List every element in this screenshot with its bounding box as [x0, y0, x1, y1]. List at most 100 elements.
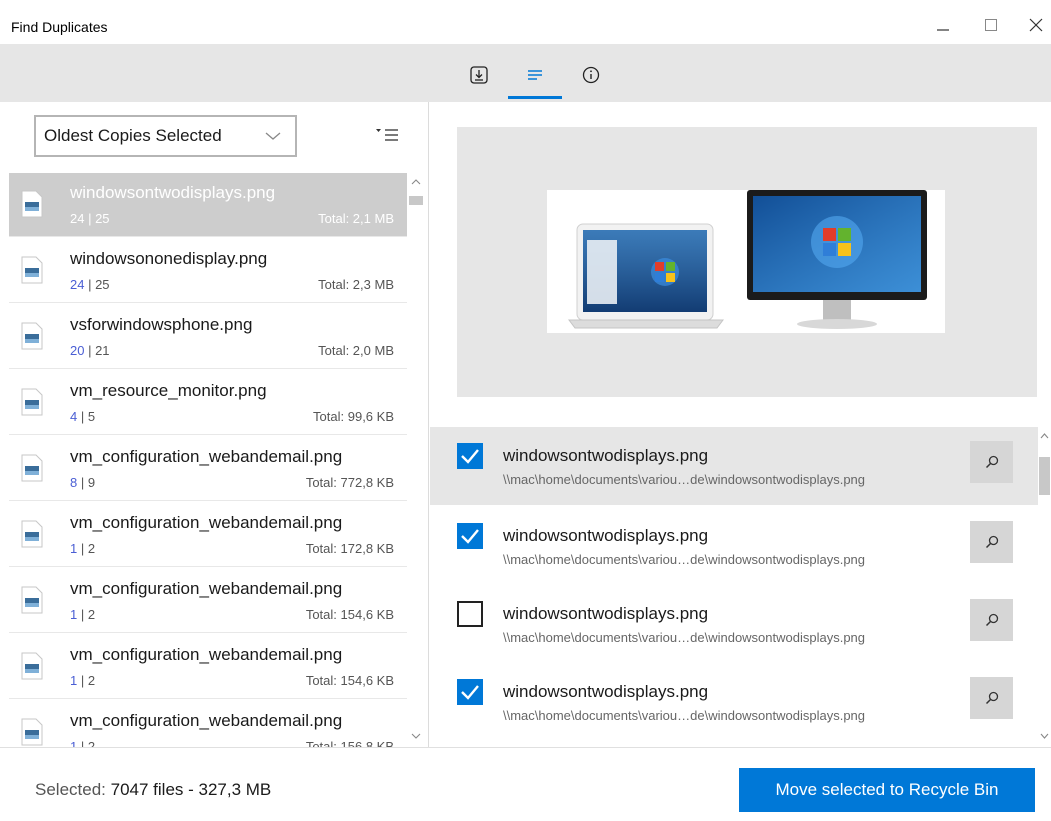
selection-mode-dropdown[interactable]: Oldest Copies Selected [34, 115, 297, 157]
chevron-down-icon [265, 132, 281, 140]
file-name: windowsononedisplay.png [70, 249, 268, 268]
file-total-size: Total: 2,3 MB [318, 277, 394, 292]
reveal-file-button[interactable] [970, 441, 1013, 483]
file-list-item[interactable]: vm_configuration_webandemail.png 8 | 9 T… [9, 437, 407, 501]
file-total-size: Total: 99,6 KB [313, 409, 394, 424]
minimize-icon [937, 29, 949, 31]
file-total-size: Total: 154,6 KB [305, 673, 394, 688]
scroll-down-icon[interactable] [1038, 729, 1051, 743]
image-file-icon [21, 718, 43, 746]
duplicate-file-name: windowsontwodisplays.png [503, 446, 709, 465]
file-list-item[interactable]: vm_configuration_webandemail.png 1 | 2 T… [9, 569, 407, 633]
file-list-scrollbar[interactable] [407, 173, 425, 747]
file-count: 24 | 25 [70, 277, 110, 292]
checkbox-checked[interactable] [457, 679, 483, 705]
file-list-item[interactable]: vm_configuration_webandemail.png 1 | 2 T… [9, 635, 407, 699]
file-total-size: Total: 2,1 MB [318, 211, 394, 226]
file-list-item[interactable]: windowsontwodisplays.png 24 | 25 Total: … [9, 173, 407, 237]
file-name: vm_configuration_webandemail.png [70, 447, 343, 466]
magnifier-icon [985, 535, 998, 549]
file-total-size: Total: 2,0 MB [318, 343, 394, 358]
scrollbar-thumb[interactable] [1039, 457, 1050, 495]
magnifier-icon [985, 613, 998, 627]
file-count: 8 | 9 [70, 475, 96, 490]
reveal-file-button[interactable] [970, 599, 1013, 641]
file-count: 1 | 2 [70, 541, 96, 556]
list-view-tab[interactable] [518, 60, 552, 90]
file-count: 1 | 2 [70, 739, 96, 747]
scroll-up-icon[interactable] [1038, 429, 1051, 443]
checkbox-unchecked[interactable] [457, 601, 483, 627]
duplicate-file-path: \\mac\home\documents\variou…de\windowson… [503, 708, 866, 723]
duplicate-file-path: \\mac\home\documents\variou…de\windowson… [503, 552, 866, 567]
file-list-item[interactable]: vm_resource_monitor.png 4 | 5 Total: 99,… [9, 371, 407, 435]
duplicate-item[interactable]: windowsontwodisplays.png \\mac\home\docu… [430, 507, 1038, 585]
file-name: vsforwindowsphone.png [70, 315, 253, 334]
magnifier-icon [985, 691, 998, 705]
sort-button[interactable] [374, 124, 404, 148]
info-icon [582, 66, 600, 84]
window-title: Find Duplicates [11, 19, 108, 35]
duplicate-item[interactable]: windowsontwodisplays.png \\mac\home\docu… [430, 587, 1038, 665]
file-name: vm_configuration_webandemail.png [70, 711, 343, 730]
file-name: vm_configuration_webandemail.png [70, 579, 343, 598]
duplicate-file-path: \\mac\home\documents\variou…de\windowson… [503, 472, 866, 487]
file-list-item[interactable]: windowsononedisplay.png 24 | 25 Total: 2… [9, 239, 407, 303]
selection-summary: Selected: 7047 files - 327,3 MB [35, 780, 271, 800]
file-name: vm_resource_monitor.png [70, 381, 267, 400]
magnifier-icon [985, 455, 998, 469]
image-file-icon [21, 322, 43, 350]
close-button[interactable] [1021, 10, 1051, 40]
file-total-size: Total: 156,8 KB [305, 739, 394, 747]
file-name: vm_configuration_webandemail.png [70, 513, 343, 532]
file-count: 20 | 21 [70, 343, 110, 358]
file-list: windowsontwodisplays.png 24 | 25 Total: … [9, 173, 407, 747]
maximize-icon [985, 19, 997, 31]
duplicate-file-list: windowsontwodisplays.png \\mac\home\docu… [430, 427, 1038, 747]
file-list-item[interactable]: vm_configuration_webandemail.png 1 | 2 T… [9, 503, 407, 567]
duplicate-groups-pane: Oldest Copies Selected windowsontwodispl… [0, 102, 429, 747]
duplicate-file-name: windowsontwodisplays.png [503, 526, 709, 545]
file-total-size: Total: 172,8 KB [305, 541, 394, 556]
dropdown-value: Oldest Copies Selected [44, 126, 222, 145]
duplicate-item[interactable]: windowsontwodisplays.png \\mac\home\docu… [430, 665, 1038, 743]
scrollbar-thumb[interactable] [409, 196, 423, 205]
scroll-down-icon[interactable] [407, 729, 425, 743]
file-count: 1 | 2 [70, 673, 96, 688]
file-name: vm_configuration_webandemail.png [70, 645, 343, 664]
image-file-icon [21, 586, 43, 614]
duplicate-details-pane: windowsontwodisplays.png \\mac\home\docu… [430, 102, 1051, 747]
maximize-button[interactable] [976, 10, 1006, 40]
file-list-item[interactable]: vm_configuration_webandemail.png 1 | 2 T… [9, 701, 407, 747]
image-file-icon [21, 256, 43, 284]
list-icon [528, 70, 542, 80]
duplicate-item[interactable]: windowsontwodisplays.png \\mac\home\docu… [430, 427, 1038, 505]
duplicate-list-scrollbar[interactable] [1038, 427, 1051, 747]
duplicate-file-path: \\mac\home\documents\variou…de\windowson… [503, 630, 866, 645]
active-tab-indicator [508, 96, 562, 99]
duplicate-file-name: windowsontwodisplays.png [503, 682, 709, 701]
minimize-button[interactable] [928, 10, 958, 40]
image-file-icon [21, 190, 43, 218]
image-file-icon [21, 520, 43, 548]
import-icon [470, 66, 488, 84]
checkbox-checked[interactable] [457, 443, 483, 469]
selection-label: Selected: [35, 780, 106, 799]
info-button[interactable] [574, 60, 608, 90]
move-to-recycle-bin-button[interactable]: Move selected to Recycle Bin [739, 768, 1035, 812]
checkbox-checked[interactable] [457, 523, 483, 549]
selection-value: 7047 files - 327,3 MB [110, 780, 272, 799]
file-total-size: Total: 772,8 KB [305, 475, 394, 490]
file-list-item[interactable]: vsforwindowsphone.png 20 | 21 Total: 2,0… [9, 305, 407, 369]
file-count: 1 | 2 [70, 607, 96, 622]
close-icon [1029, 18, 1043, 32]
image-preview [457, 127, 1037, 397]
image-file-icon [21, 652, 43, 680]
file-count: 4 | 5 [70, 409, 96, 424]
reveal-file-button[interactable] [970, 521, 1013, 563]
file-count: 24 | 25 [70, 211, 110, 226]
scroll-up-icon[interactable] [407, 175, 425, 189]
import-button[interactable] [462, 60, 496, 90]
image-file-icon [21, 388, 43, 416]
reveal-file-button[interactable] [970, 677, 1013, 719]
